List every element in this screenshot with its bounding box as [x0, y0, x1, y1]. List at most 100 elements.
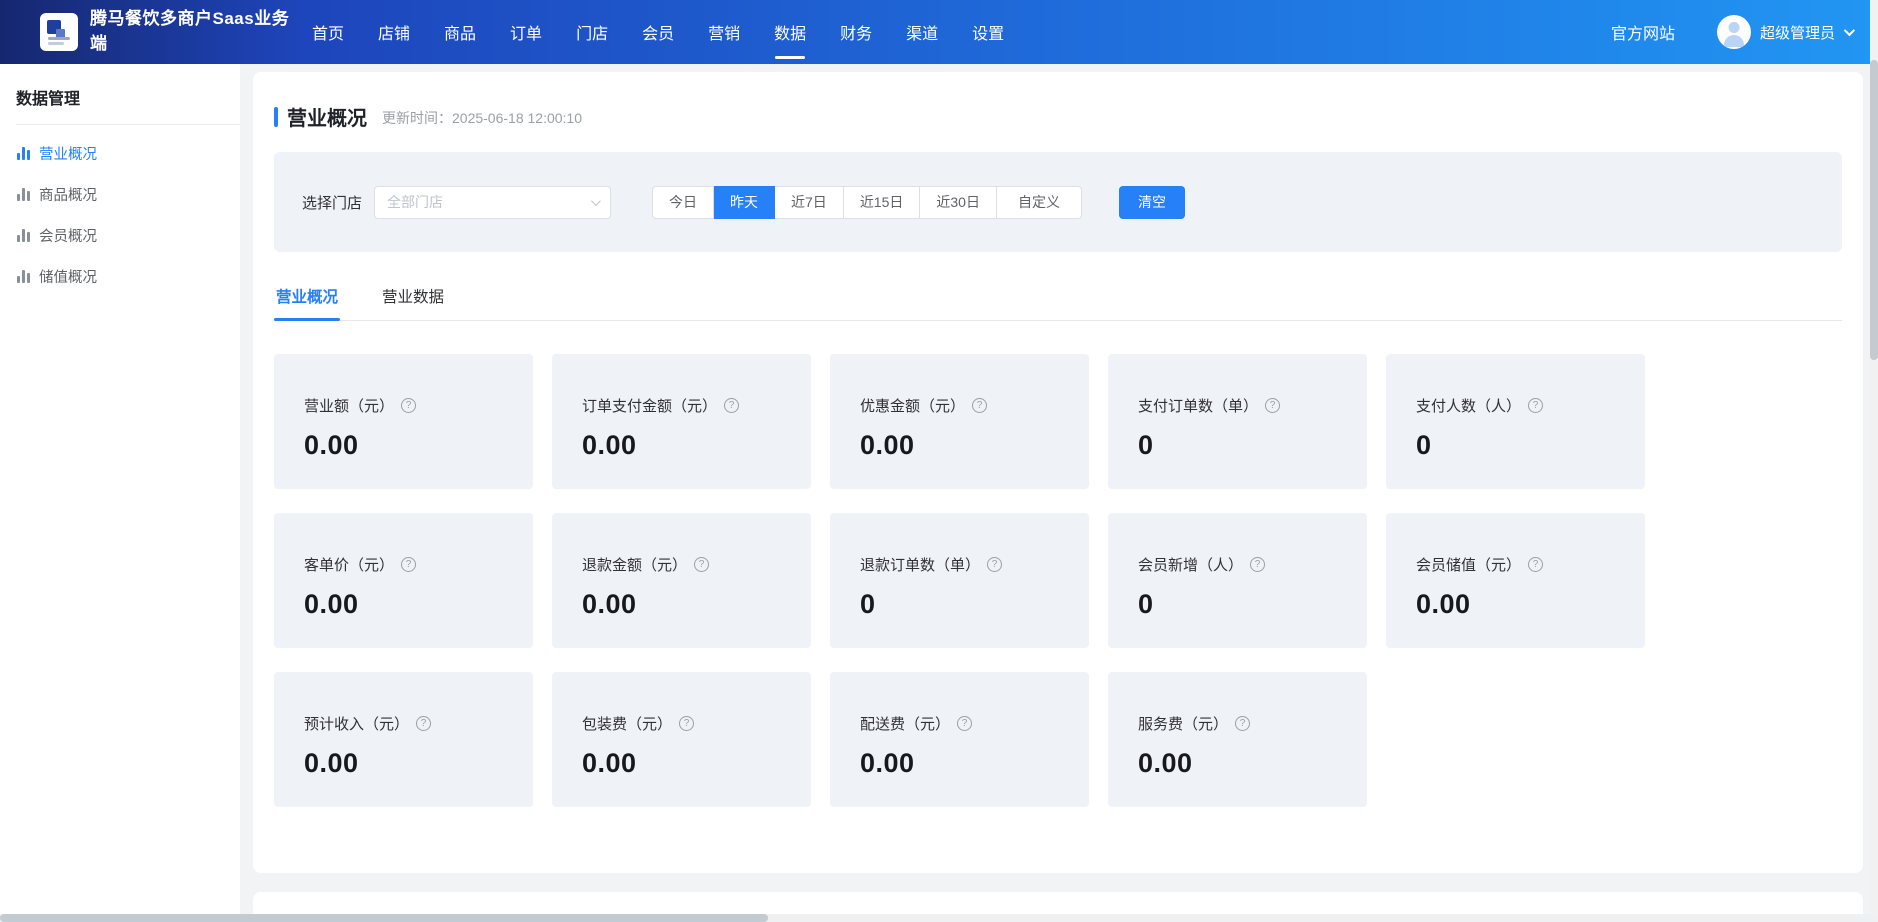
vertical-scrollbar-thumb[interactable] — [1870, 60, 1878, 360]
stat-value: 0.00 — [860, 430, 1089, 461]
chevron-down-icon — [1844, 25, 1855, 36]
stat-label: 支付订单数（单） — [1138, 395, 1258, 416]
chevron-down-icon — [591, 196, 601, 206]
help-icon[interactable]: ? — [1528, 557, 1543, 572]
help-icon[interactable]: ? — [401, 398, 416, 413]
stat-value: 0.00 — [304, 430, 533, 461]
stat-value: 0.00 — [860, 748, 1089, 779]
stat-card-order-paid-amount: 订单支付金额（元）? 0.00 — [552, 354, 811, 489]
stat-label: 预计收入（元） — [304, 713, 409, 734]
nav-item-channels[interactable]: 渠道 — [906, 14, 938, 50]
bar-chart-icon — [17, 147, 30, 160]
horizontal-scrollbar-thumb[interactable] — [0, 914, 768, 922]
help-icon[interactable]: ? — [724, 398, 739, 413]
stat-card-avg-order-value: 客单价（元）? 0.00 — [274, 513, 533, 648]
filter-bar: 选择门店 全部门店 今日 昨天 近7日 近15日 近30日 自定义 清空 — [274, 152, 1842, 252]
help-icon[interactable]: ? — [694, 557, 709, 572]
main-nav: 首页 店铺 商品 订单 门店 会员 营销 数据 财务 渠道 设置 — [312, 14, 1004, 50]
date-range-custom-button[interactable]: 自定义 — [997, 186, 1082, 219]
clear-button[interactable]: 清空 — [1119, 186, 1185, 219]
horizontal-scrollbar[interactable] — [0, 914, 1878, 922]
update-time: 更新时间：2025-06-18 12:00:10 — [382, 105, 582, 128]
bar-chart-icon — [17, 229, 30, 242]
stat-value: 0.00 — [1138, 748, 1367, 779]
nav-item-marketing[interactable]: 营销 — [708, 14, 740, 50]
stat-card-delivery-fee: 配送费（元）? 0.00 — [830, 672, 1089, 807]
sidebar-item-business-overview[interactable]: 营业概况 — [0, 133, 240, 174]
logo-text-line — [48, 37, 70, 40]
section-header: 营业概况 更新时间：2025-06-18 12:00:10 — [274, 102, 1842, 131]
help-icon[interactable]: ? — [972, 398, 987, 413]
sidebar-item-stored-value-overview[interactable]: 储值概况 — [0, 256, 240, 297]
date-range-today-button[interactable]: 今日 — [652, 186, 714, 219]
stat-label: 退款订单数（单） — [860, 554, 980, 575]
user-menu[interactable]: 超级管理员 — [1717, 15, 1852, 49]
sidebar-divider — [16, 124, 240, 125]
sidebar-title: 数据管理 — [0, 64, 240, 124]
date-range-7days-button[interactable]: 近7日 — [775, 186, 844, 219]
stat-value: 0.00 — [582, 430, 811, 461]
nav-item-shop[interactable]: 店铺 — [378, 14, 410, 50]
store-select[interactable]: 全部门店 — [374, 186, 611, 219]
stat-label: 订单支付金额（元） — [582, 395, 717, 416]
help-icon[interactable]: ? — [987, 557, 1002, 572]
official-site-link[interactable]: 官方网站 — [1611, 20, 1675, 44]
stat-card-new-members: 会员新增（人）? 0 — [1108, 513, 1367, 648]
sidebar-item-label: 营业概况 — [39, 143, 97, 164]
date-range-30days-button[interactable]: 近30日 — [920, 186, 997, 219]
sidebar-item-label: 会员概况 — [39, 225, 97, 246]
tab-business-data[interactable]: 营业数据 — [380, 279, 446, 320]
stat-label: 配送费（元） — [860, 713, 950, 734]
stat-label: 包装费（元） — [582, 713, 672, 734]
stat-label: 优惠金额（元） — [860, 395, 965, 416]
sidebar-item-label: 商品概况 — [39, 184, 97, 205]
tab-business-overview[interactable]: 营业概况 — [274, 279, 340, 320]
vertical-scrollbar[interactable] — [1870, 0, 1878, 922]
help-icon[interactable]: ? — [416, 716, 431, 731]
nav-item-orders[interactable]: 订单 — [510, 14, 542, 50]
help-icon[interactable]: ? — [679, 716, 694, 731]
nav-item-home[interactable]: 首页 — [312, 14, 344, 50]
stat-card-paid-orders: 支付订单数（单）? 0 — [1108, 354, 1367, 489]
date-range-group: 今日 昨天 近7日 近15日 近30日 自定义 — [652, 186, 1082, 219]
help-icon[interactable]: ? — [1528, 398, 1543, 413]
stat-label: 会员储值（元） — [1416, 554, 1521, 575]
main-content: 营业概况 更新时间：2025-06-18 12:00:10 选择门店 全部门店 … — [240, 64, 1878, 922]
stat-card-refund-orders: 退款订单数（单）? 0 — [830, 513, 1089, 648]
accent-bar — [274, 107, 278, 127]
help-icon[interactable]: ? — [401, 557, 416, 572]
nav-item-finance[interactable]: 财务 — [840, 14, 872, 50]
help-icon[interactable]: ? — [1265, 398, 1280, 413]
stat-card-revenue: 营业额（元）? 0.00 — [274, 354, 533, 489]
nav-item-settings[interactable]: 设置 — [972, 14, 1004, 50]
stat-label: 支付人数（人） — [1416, 395, 1521, 416]
stat-label: 服务费（元） — [1138, 713, 1228, 734]
store-select-label: 选择门店 — [302, 192, 362, 213]
navbar-right: 官方网站 超级管理员 — [1611, 15, 1852, 49]
page-title: 营业概况 — [287, 102, 367, 131]
stat-value: 0 — [1416, 430, 1645, 461]
sidebar-item-label: 储值概况 — [39, 266, 97, 287]
nav-item-data[interactable]: 数据 — [774, 14, 806, 50]
sidebar-item-member-overview[interactable]: 会员概况 — [0, 215, 240, 256]
nav-item-stores[interactable]: 门店 — [576, 14, 608, 50]
bar-chart-icon — [17, 188, 30, 201]
store-select-placeholder: 全部门店 — [387, 192, 443, 212]
stat-card-service-fee: 服务费（元）? 0.00 — [1108, 672, 1367, 807]
nav-item-members[interactable]: 会员 — [642, 14, 674, 50]
stat-label: 营业额（元） — [304, 395, 394, 416]
stat-card-member-stored-value: 会员储值（元）? 0.00 — [1386, 513, 1645, 648]
help-icon[interactable]: ? — [957, 716, 972, 731]
stat-card-refund-amount: 退款金额（元）? 0.00 — [552, 513, 811, 648]
stat-card-paying-users: 支付人数（人）? 0 — [1386, 354, 1645, 489]
top-navbar: 腾马餐饮多商户Saas业务端 首页 店铺 商品 订单 门店 会员 营销 数据 财… — [0, 0, 1878, 64]
help-icon[interactable]: ? — [1235, 716, 1250, 731]
date-range-yesterday-button[interactable]: 昨天 — [714, 186, 775, 219]
nav-item-goods[interactable]: 商品 — [444, 14, 476, 50]
date-range-15days-button[interactable]: 近15日 — [844, 186, 921, 219]
stat-value: 0.00 — [304, 748, 533, 779]
stat-value: 0.00 — [582, 589, 811, 620]
stat-value: 0 — [1138, 589, 1367, 620]
help-icon[interactable]: ? — [1250, 557, 1265, 572]
sidebar-item-goods-overview[interactable]: 商品概况 — [0, 174, 240, 215]
